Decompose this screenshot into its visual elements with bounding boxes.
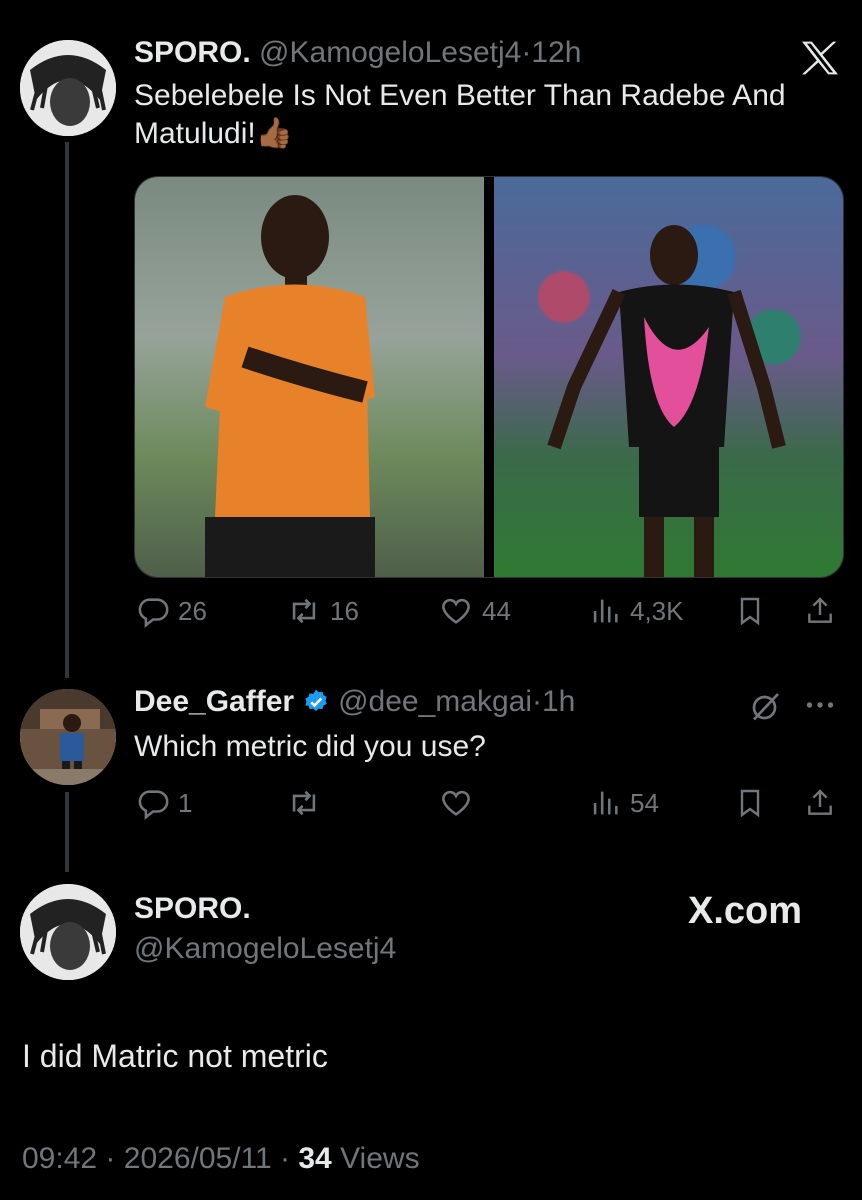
tweet-text-line1: Sebelebele Is Not Even Better Than Radeb…: [134, 79, 786, 112]
retweet-button[interactable]: 16: [286, 594, 359, 628]
avatar[interactable]: [20, 884, 116, 980]
post-time[interactable]: 09:42: [22, 1142, 97, 1175]
separator: ·: [531, 685, 542, 718]
verified-badge-icon: [305, 689, 327, 711]
timestamp[interactable]: 1h: [542, 685, 575, 718]
views-button[interactable]: 4,3K: [588, 594, 684, 628]
tweet-text: Sebelebele Is Not Even Better Than Radeb…: [134, 77, 844, 153]
separator: ·: [521, 36, 532, 69]
share-button[interactable]: [804, 594, 836, 628]
reply-count: 1: [178, 787, 193, 818]
reply-icon: [138, 598, 169, 628]
display-name[interactable]: Dee_Gaffer: [134, 685, 294, 719]
reply-icon: [138, 790, 169, 820]
heart-icon: [442, 790, 470, 816]
main-reply-text: I did Matric not metric: [22, 1038, 328, 1074]
retweet-icon: [292, 790, 316, 816]
post-date[interactable]: 2026/05/11: [124, 1142, 272, 1175]
handle[interactable]: @KamogeloLesetj4: [259, 36, 521, 69]
views-chart-icon: [593, 599, 618, 623]
share-icon: [808, 597, 832, 623]
retweet-icon: [292, 598, 316, 624]
views-count[interactable]: 34: [298, 1142, 331, 1175]
reply-header: Dee_Gaffer @dee_makgai·1h: [134, 685, 575, 719]
like-count: 44: [482, 595, 511, 626]
display-name[interactable]: SPORO.: [134, 892, 251, 926]
separator: ·: [280, 1142, 291, 1175]
views-label: Views: [340, 1142, 420, 1175]
player-photo-pink[interactable]: [494, 177, 843, 577]
views-chart-icon: [593, 791, 618, 815]
avatar-image: [20, 40, 116, 136]
more-options-icon[interactable]: [802, 690, 838, 725]
tweet-header: SPORO. @KamogeloLesetj4·12h: [134, 36, 581, 70]
heart-icon: [442, 598, 470, 624]
share-icon: [808, 789, 832, 815]
like-button[interactable]: [438, 786, 474, 820]
retweet-button[interactable]: [286, 786, 322, 820]
brand-watermark: X.com: [688, 890, 803, 932]
player-photo-orange[interactable]: [135, 177, 484, 577]
bookmark-button[interactable]: [734, 786, 766, 820]
tweet-text-line2: Matuludi!: [134, 117, 256, 150]
views-count: 4,3K: [630, 595, 684, 626]
separator: ·: [105, 1142, 116, 1175]
handle[interactable]: @KamogeloLesetj4: [134, 932, 396, 966]
reply-count: 26: [178, 595, 207, 626]
avatar[interactable]: [20, 689, 116, 785]
tweet-media[interactable]: [134, 176, 844, 578]
share-button[interactable]: [804, 786, 836, 820]
avatar-image: [20, 884, 116, 980]
bookmark-icon: [740, 597, 760, 626]
views-count: 54: [630, 787, 659, 818]
bookmark-icon: [740, 789, 760, 818]
reply-button[interactable]: 26: [136, 594, 207, 628]
timestamp[interactable]: 12h: [531, 36, 581, 69]
handle[interactable]: @dee_makgai: [338, 685, 532, 718]
display-name[interactable]: SPORO.: [134, 36, 251, 69]
reply-button[interactable]: 1: [136, 786, 192, 820]
views-button[interactable]: 54: [588, 786, 659, 820]
retweet-count: 16: [330, 595, 359, 626]
reply-text: Which metric did you use?: [134, 730, 486, 763]
avatar[interactable]: [20, 40, 116, 136]
thumbs-up-emoji: 👍🏾: [255, 117, 294, 150]
like-button[interactable]: 44: [438, 594, 511, 628]
grok-icon[interactable]: [748, 688, 784, 729]
x-logo-icon[interactable]: [800, 40, 840, 81]
avatar-image: [20, 689, 116, 785]
thread-line: [65, 142, 69, 678]
thread-line: [65, 792, 69, 872]
bookmark-button[interactable]: [734, 594, 766, 628]
tweet-meta: 09:42 · 2026/05/11 · 34 Views: [22, 1142, 420, 1176]
